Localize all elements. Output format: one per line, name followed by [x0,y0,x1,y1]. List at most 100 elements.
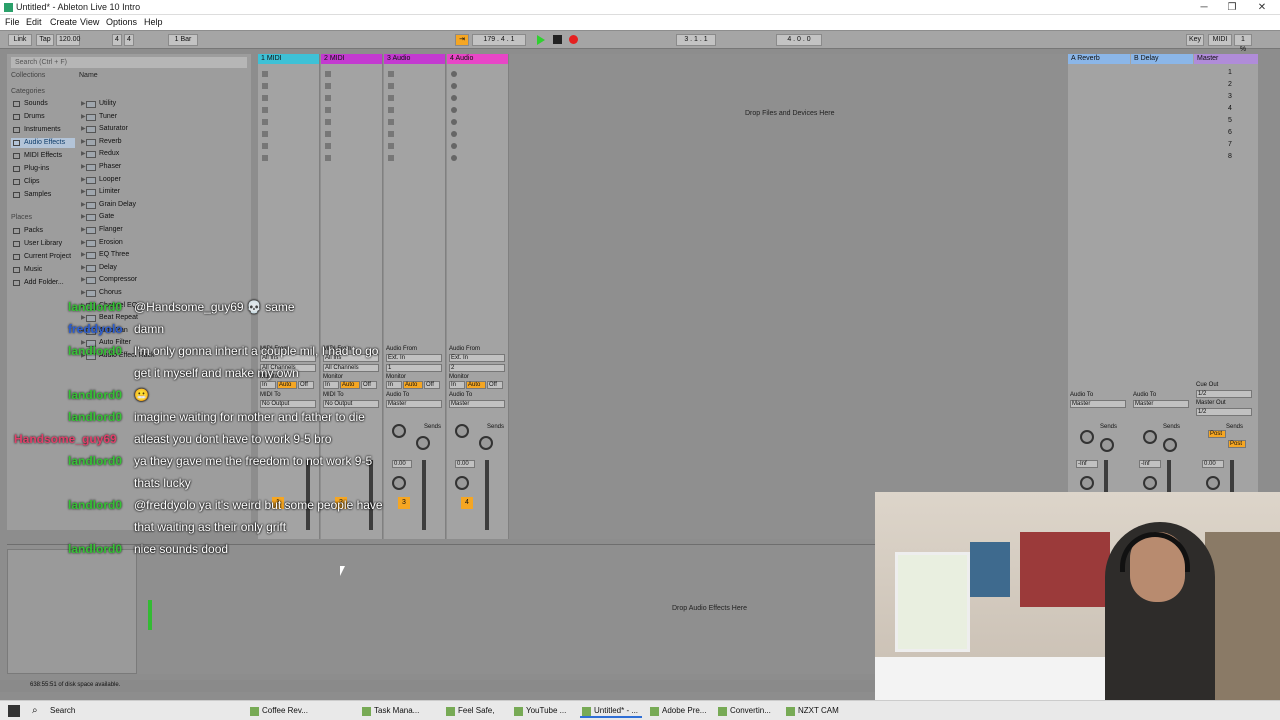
tempo-field[interactable]: 120.00 [56,34,80,46]
file-row[interactable]: ▶ Compressor [79,274,137,286]
follow-icon[interactable]: ⇥ [455,34,469,46]
taskbar-app[interactable]: Feel Safe, L... [444,704,506,718]
file-row[interactable]: ▶ Grain Delay [79,199,136,211]
clip-slot[interactable] [388,119,394,125]
track-header[interactable]: 3 Audio [384,54,445,64]
expand-icon[interactable]: ▶ [81,148,86,160]
output-type-select[interactable]: Master [449,400,505,408]
track-volume[interactable]: 0.00 [455,460,475,468]
place-user-library[interactable]: User Library [11,239,62,249]
clip-slot[interactable] [325,119,331,125]
return-b-pan-knob[interactable] [1143,476,1157,490]
category-audio-effects[interactable]: Audio Effects [11,138,75,148]
return-a-send-b-knob[interactable] [1100,438,1114,452]
track-header[interactable]: 2 MIDI [321,54,382,64]
clip-slot[interactable] [262,143,268,149]
category-sounds[interactable]: Sounds [11,99,48,109]
category-plugins[interactable]: Plug-ins [11,164,49,174]
sig-denominator[interactable]: 4 [124,34,134,46]
return-a-out-select[interactable]: Master [1070,400,1126,408]
expand-icon[interactable]: ▶ [81,161,86,173]
sig-numerator[interactable]: 4 [112,34,122,46]
expand-icon[interactable]: ▶ [81,224,86,236]
menu-file[interactable]: File [5,17,20,27]
send-b-knob[interactable] [479,436,493,450]
clip-slot[interactable] [451,119,457,125]
expand-icon[interactable]: ▶ [81,98,86,110]
clip-slot[interactable] [262,131,268,137]
expand-icon[interactable]: ▶ [81,211,86,223]
pan-knob[interactable] [455,476,469,490]
category-midi-effects[interactable]: MIDI Effects [11,151,62,161]
taskbar-app[interactable]: Untitled* - ... [580,704,642,718]
loop-start-field[interactable]: 3 . 1 . 1 [676,34,716,46]
file-row[interactable]: ▶ EQ Three [79,249,129,261]
track-header[interactable]: 1 MIDI [258,54,319,64]
menu-options[interactable]: Options [106,17,137,27]
expand-icon[interactable]: ▶ [81,186,86,198]
scene-launch[interactable]: 5 [1228,117,1232,124]
expand-icon[interactable]: ▶ [81,287,86,299]
return-a-send-a-knob[interactable] [1080,430,1094,444]
place-add-folder[interactable]: Add Folder... [11,278,64,288]
file-row[interactable]: ▶ Looper [79,174,121,186]
record-icon[interactable] [569,35,578,44]
send-a-knob[interactable] [455,424,469,438]
expand-icon[interactable]: ▶ [81,262,86,274]
track-activator[interactable]: 4 [461,497,473,509]
clip-slot[interactable] [388,107,394,113]
file-row[interactable]: ▶ Utility [79,98,116,110]
scene-launch[interactable]: 2 [1228,81,1232,88]
place-music[interactable]: Music [11,265,42,275]
menu-edit[interactable]: Edit [26,17,42,27]
expand-icon[interactable]: ▶ [81,274,86,286]
place-packs[interactable]: Packs [11,226,43,236]
clip-slot[interactable] [325,107,331,113]
file-row[interactable]: ▶ Saturator [79,123,128,135]
clip-slot[interactable] [388,143,394,149]
cue-out-select[interactable]: 1/2 [1196,390,1252,398]
master-pan-knob[interactable] [1206,476,1220,490]
clip-slot[interactable] [262,119,268,125]
clip-slot[interactable] [388,131,394,137]
clip-slot[interactable] [325,155,331,161]
clip-slot[interactable] [451,131,457,137]
expand-icon[interactable]: ▶ [81,237,86,249]
clip-slot[interactable] [325,95,331,101]
return-b-out-select[interactable]: Master [1133,400,1189,408]
scene-launch[interactable]: 8 [1228,153,1232,160]
minimize-button[interactable]: ─ [1190,0,1218,15]
file-row[interactable]: ▶ Tuner [79,111,117,123]
taskbar-app[interactable]: NZXT CAM [784,704,846,718]
taskbar-app[interactable]: Convertin... [716,704,778,718]
clip-slot[interactable] [262,155,268,161]
scene-launch[interactable]: 3 [1228,93,1232,100]
input-channel-select[interactable]: 2 [449,364,505,372]
track-header[interactable]: 4 Audio [447,54,508,64]
file-row[interactable]: ▶ Flanger [79,224,123,236]
stop-icon[interactable] [553,35,562,44]
clip-slot[interactable] [325,83,331,89]
clip-slot[interactable] [451,143,457,149]
return-b-send-b-knob[interactable] [1163,438,1177,452]
menu-view[interactable]: View [80,17,99,27]
category-clips[interactable]: Clips [11,177,40,187]
clip-slot[interactable] [451,155,457,161]
clip-slot[interactable] [262,83,268,89]
browser-search-input[interactable]: Search (Ctrl + F) [11,57,247,68]
file-row[interactable]: ▶ Gate [79,211,114,223]
clip-slot[interactable] [451,95,457,101]
taskbar-app[interactable]: YouTube ... [512,704,574,718]
return-a-header[interactable]: A Reverb [1068,54,1130,64]
clip-slot[interactable] [325,131,331,137]
clip-slot[interactable] [451,71,457,77]
menu-create[interactable]: Create [50,17,77,27]
taskbar-app[interactable]: Adobe Pre... [648,704,710,718]
file-row[interactable]: ▶ Reverb [79,136,122,148]
taskbar-search[interactable]: ⌕ Search [28,704,158,718]
link-button[interactable]: Link [8,34,32,46]
expand-icon[interactable]: ▶ [81,123,86,135]
menu-help[interactable]: Help [144,17,163,27]
return-b-send-a-knob[interactable] [1143,430,1157,444]
arrangement-position[interactable]: 179 . 4 . 1 [472,34,526,46]
